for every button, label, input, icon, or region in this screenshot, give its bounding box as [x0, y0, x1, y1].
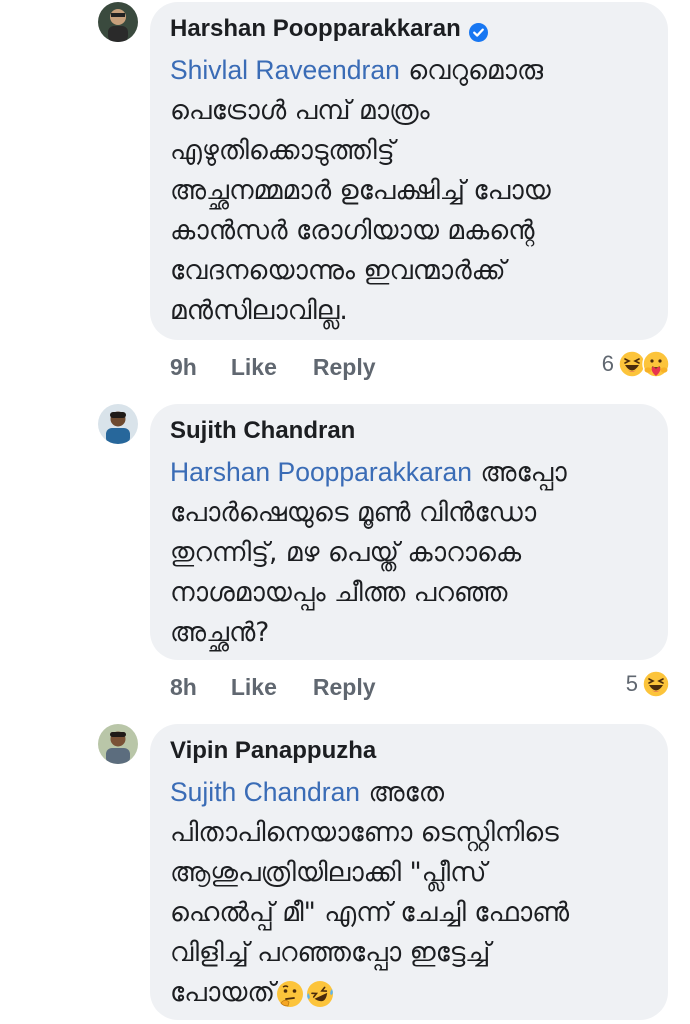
author-name[interactable]: Sujith Chandran — [170, 416, 355, 446]
haha-icon — [642, 670, 670, 698]
reaction-summary[interactable]: 6 — [602, 350, 670, 378]
reply-button[interactable]: Reply — [313, 354, 376, 381]
comment-bubble: Sujith Chandran Harshan Poopparakkaran അ… — [150, 404, 668, 660]
comment-body: വെറുമൊരു പെട്രോൾ പമ്പ് മാത്രം എഴുതിക്കൊട… — [170, 55, 551, 326]
reaction-count: 6 — [601, 351, 614, 376]
like-button[interactable]: Like — [231, 354, 277, 381]
mention-link[interactable]: Harshan Poopparakkaran — [170, 457, 472, 487]
mention-link[interactable]: Sujith Chandran — [170, 777, 360, 807]
author-row: Harshan Poopparakkaran — [170, 14, 646, 44]
avatar-sujith[interactable] — [98, 404, 138, 444]
comment-bubble: Vipin Panappuzha Sujith Chandran അതേ പിത… — [150, 724, 668, 1020]
author-name[interactable]: Vipin Panappuzha — [170, 736, 376, 766]
comment-actions: 8h Like Reply — [170, 674, 376, 701]
verified-badge-icon — [468, 20, 488, 42]
author-row: Sujith Chandran — [170, 416, 646, 446]
comment-text: Shivlal Raveendran വെറുമൊരു പെട്രോൾ പമ്പ… — [170, 50, 646, 331]
like-button[interactable]: Like — [231, 674, 277, 701]
timestamp[interactable]: 8h — [170, 674, 197, 701]
comment-text: Sujith Chandran അതേ പിതാപിനെയാണോ ടെസ്റ്റ… — [170, 772, 646, 1013]
comment-text: Harshan Poopparakkaran അപ്പോ പോർഷെയുടെ മ… — [170, 452, 646, 653]
avatar-harshan[interactable] — [98, 2, 138, 42]
mention-link[interactable]: Shivlal Raveendran — [170, 55, 400, 85]
comment-bubble: Harshan Poopparakkaran Shivlal Raveendra… — [150, 2, 668, 340]
care-icon — [642, 350, 670, 378]
thinking-face-icon — [275, 979, 305, 1009]
comment-body: അതേ പിതാപിനെയാണോ ടെസ്റ്റിനിടെ ആശുപത്രിയി… — [170, 777, 570, 1008]
timestamp[interactable]: 9h — [170, 354, 197, 381]
avatar-vipin[interactable] — [98, 724, 138, 764]
author-name[interactable]: Harshan Poopparakkaran — [170, 14, 461, 44]
reaction-summary[interactable]: 5 — [626, 670, 670, 698]
rofl-icon — [305, 979, 335, 1009]
author-row: Vipin Panappuzha — [170, 736, 646, 766]
reply-button[interactable]: Reply — [313, 674, 376, 701]
comment-actions: 9h Like Reply — [170, 354, 376, 381]
reaction-count: 5 — [625, 671, 638, 696]
